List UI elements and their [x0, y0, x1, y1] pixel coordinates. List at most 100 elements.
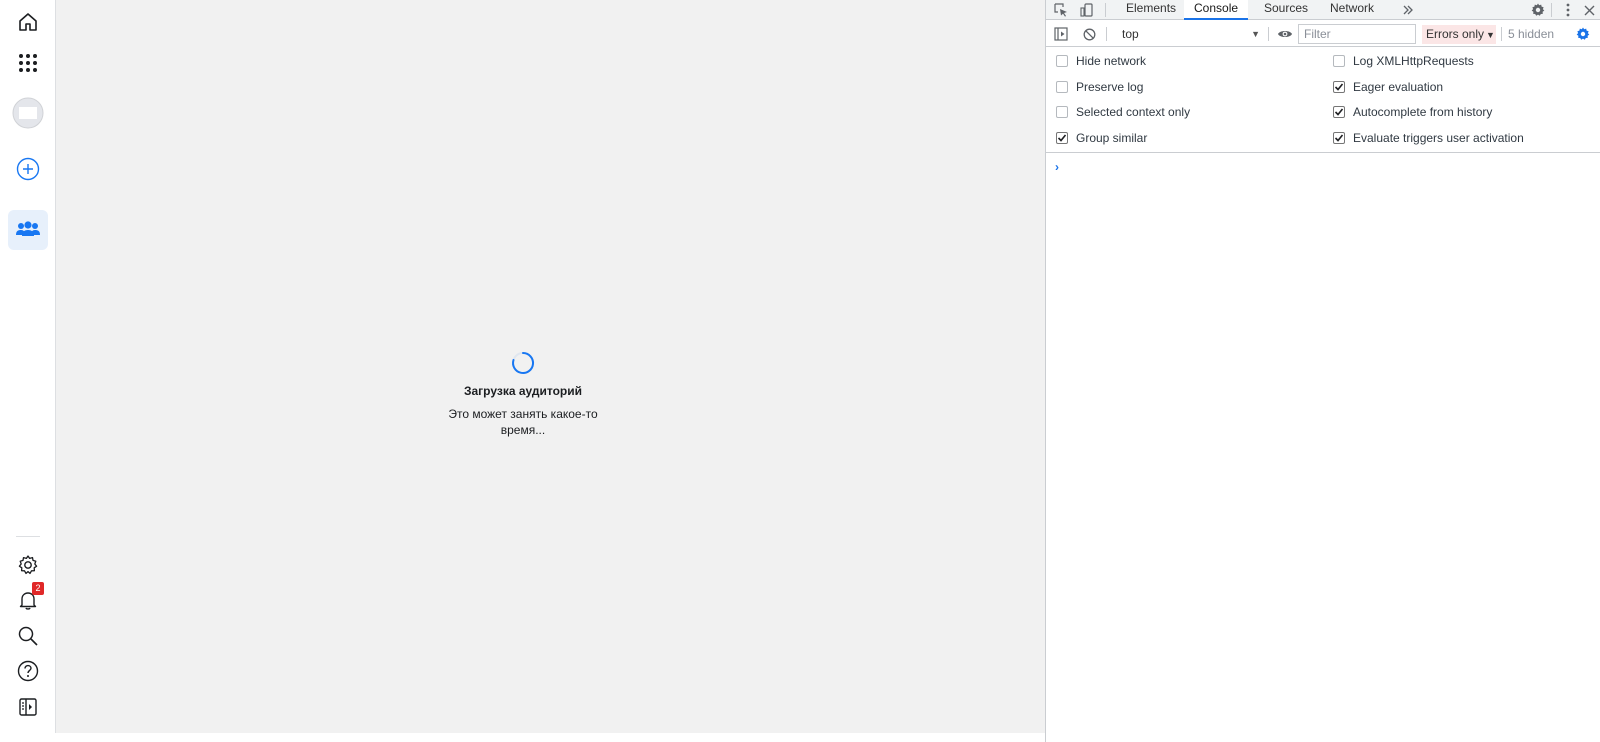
bottom-strip: [0, 733, 1045, 742]
option-log-xmlhttprequests[interactable]: Log XMLHttpRequests: [1333, 51, 1474, 71]
live-expression-button[interactable]: [1275, 24, 1295, 44]
console-filter-input[interactable]: [1298, 24, 1416, 44]
close-devtools-button[interactable]: [1579, 0, 1599, 20]
option-hide-network[interactable]: Hide network: [1056, 51, 1146, 71]
checkmark-icon: [1334, 134, 1344, 142]
rail-divider: [16, 536, 40, 537]
toolbar-divider: [1106, 27, 1107, 41]
device-mobile-icon: [1080, 3, 1093, 17]
option-evaluate-triggers-user-activation[interactable]: Evaluate triggers user activation: [1333, 128, 1524, 148]
gear-icon: [18, 555, 38, 575]
customize-devtools-button[interactable]: [1558, 0, 1578, 20]
device-toolbar-button[interactable]: [1077, 0, 1097, 20]
console-settings-pane: Hide network Preserve log Selected conte…: [1046, 47, 1600, 153]
notification-count-badge: 2: [32, 582, 44, 595]
option-group-similar[interactable]: Group similar: [1056, 128, 1147, 148]
main-content: Загрузка аудиторий Это может занять како…: [56, 0, 1045, 733]
search-button[interactable]: [8, 616, 48, 656]
dropdown-arrow-icon: ▼: [1486, 30, 1495, 40]
chevron-double-right-icon: [1403, 5, 1413, 15]
loading-title: Загрузка аудиторий: [463, 384, 583, 398]
option-preserve-log[interactable]: Preserve log: [1056, 77, 1143, 97]
loading-spinner-icon: [512, 351, 535, 374]
toolbar-divider: [1268, 27, 1269, 41]
checkbox-checked[interactable]: [1056, 132, 1068, 144]
inspect-element-button[interactable]: [1051, 0, 1071, 20]
checkbox[interactable]: [1333, 55, 1345, 67]
javascript-context-select[interactable]: top ▼: [1118, 25, 1260, 43]
option-label: Selected context only: [1076, 105, 1191, 119]
sidebar-toggle-icon: [1054, 27, 1068, 41]
checkmark-icon: [1334, 83, 1344, 91]
create-button[interactable]: [8, 149, 48, 189]
log-levels-value: Errors only: [1426, 27, 1485, 41]
option-label: Preserve log: [1076, 80, 1144, 94]
plus-circle-icon: [16, 157, 40, 181]
option-label: Log XMLHttpRequests: [1353, 54, 1474, 68]
checkbox-checked[interactable]: [1333, 132, 1345, 144]
grid-dots-icon: [19, 54, 37, 72]
loading-state: Загрузка аудиторий Это может занять како…: [56, 350, 990, 438]
option-label: Eager evaluation: [1353, 80, 1444, 94]
kebab-menu-icon: [1566, 3, 1570, 17]
gear-icon: [1531, 3, 1545, 16]
devtools-tab-bar: Elements Console Sources Network: [1046, 0, 1600, 20]
checkbox-checked[interactable]: [1333, 106, 1345, 118]
close-icon: [1584, 5, 1594, 15]
option-autocomplete-from-history[interactable]: Autocomplete from history: [1333, 102, 1492, 122]
question-circle-icon: [17, 660, 39, 682]
all-tools-button[interactable]: [8, 43, 48, 83]
people-group-icon: [16, 221, 40, 236]
devtools-settings-button[interactable]: [1528, 0, 1548, 20]
toolbar-divider: [1551, 3, 1552, 17]
checkmark-icon: [1057, 134, 1067, 142]
loading-subtitle: Это может занять какое-то время...: [448, 407, 598, 437]
option-label: Evaluate triggers user activation: [1353, 131, 1524, 145]
gear-icon: [1576, 27, 1590, 40]
tab-sources[interactable]: Sources: [1254, 0, 1318, 20]
account-avatar-button[interactable]: [8, 93, 48, 133]
home-icon: [19, 13, 37, 31]
tab-console[interactable]: Console: [1184, 0, 1249, 20]
toggle-panel-button[interactable]: [8, 687, 48, 727]
search-icon: [18, 626, 38, 646]
toolbar-divider: [1501, 27, 1502, 41]
option-label: Group similar: [1076, 131, 1148, 145]
option-label: Autocomplete from history: [1353, 105, 1493, 119]
tab-network[interactable]: Network: [1320, 0, 1384, 20]
tab-elements[interactable]: Elements: [1116, 0, 1186, 20]
show-sidebar-button[interactable]: [1051, 24, 1071, 44]
app-window: 2 Загрузка аудиторий Это может занять ка…: [0, 0, 1600, 742]
audiences-button[interactable]: [8, 210, 48, 250]
block-icon: [1083, 28, 1095, 40]
console-toolbar: top ▼ Errors only▼ 5 hidden: [1046, 21, 1600, 47]
avatar-icon: [12, 97, 44, 129]
option-label: Hide network: [1076, 54, 1147, 68]
context-value: top: [1122, 27, 1139, 41]
option-selected-context-only[interactable]: Selected context only: [1056, 102, 1190, 122]
eye-icon: [1278, 31, 1292, 37]
checkbox-checked[interactable]: [1333, 81, 1345, 93]
toolbar-divider: [1105, 3, 1106, 17]
checkbox[interactable]: [1056, 106, 1068, 118]
dropdown-arrow-icon: ▼: [1251, 29, 1260, 39]
clear-console-button[interactable]: [1079, 24, 1099, 44]
more-tabs-button[interactable]: [1398, 0, 1418, 20]
inspect-cursor-icon: [1054, 3, 1067, 17]
log-levels-dropdown[interactable]: Errors only ▼: [1422, 25, 1496, 44]
left-nav-rail: 2: [0, 0, 56, 733]
option-eager-evaluation[interactable]: Eager evaluation: [1333, 77, 1443, 97]
notifications-button[interactable]: 2: [8, 580, 48, 620]
home-button[interactable]: [8, 2, 48, 42]
checkbox[interactable]: [1056, 55, 1068, 67]
console-settings-button[interactable]: [1573, 24, 1593, 44]
console-prompt-chevron-icon: ›: [1055, 160, 1059, 174]
devtools-panel: Elements Console Sources Network top ▼ F…: [1045, 0, 1600, 742]
console-output[interactable]: ›: [1046, 154, 1600, 742]
settings-button[interactable]: [8, 545, 48, 585]
side-panel-icon: [19, 698, 37, 716]
hidden-messages-count: 5 hidden: [1508, 27, 1555, 41]
checkbox[interactable]: [1056, 81, 1068, 93]
help-button[interactable]: [8, 651, 48, 691]
checkmark-icon: [1334, 108, 1344, 116]
